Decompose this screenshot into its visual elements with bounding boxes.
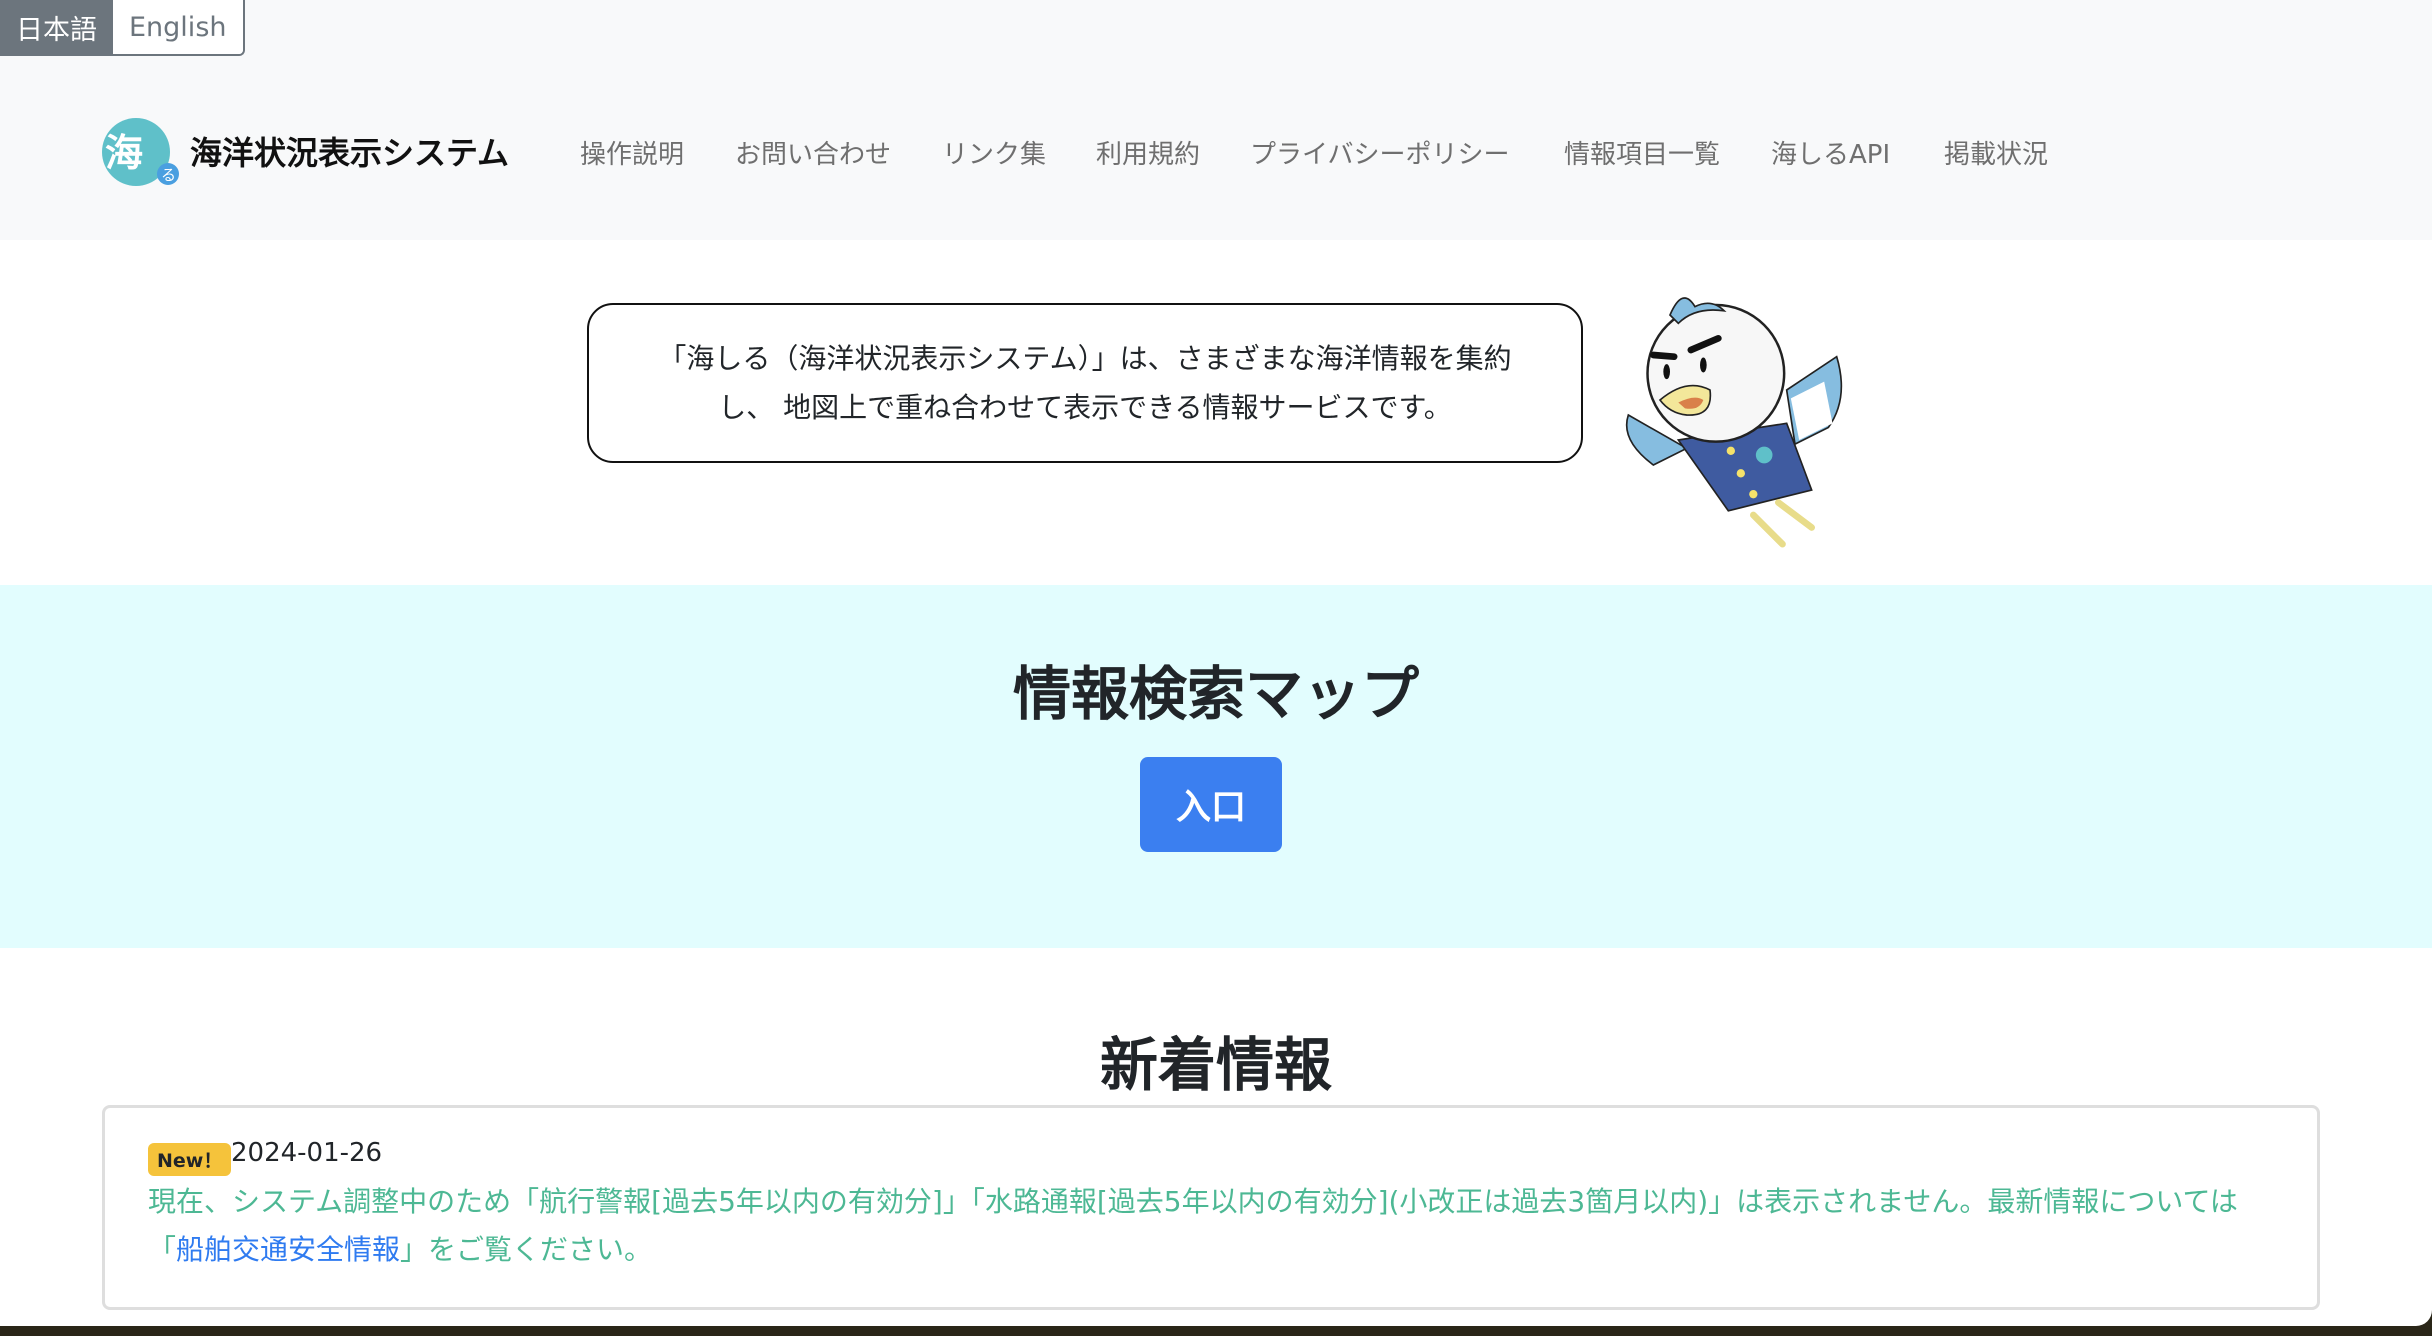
nav-terms[interactable]: 利用規約 xyxy=(1096,134,1200,171)
lang-english-button[interactable]: English xyxy=(113,0,243,54)
intro-line-1: 「海しる（海洋状況表示システム）」は、さまざまな海洋情報を集約 xyxy=(658,342,1512,375)
header: 日本語 English 海 る 海洋状況表示システム 操作説明 お問い合わせ リ… xyxy=(0,0,2432,240)
news-message: 現在、システム調整中のため「航行警報[過去5年以内の有効分]」「水路通報[過去5… xyxy=(148,1178,2287,1274)
ship-safety-info-link[interactable]: 船舶交通安全情報 xyxy=(176,1233,400,1266)
new-badge: New！ xyxy=(148,1143,232,1176)
nav-privacy[interactable]: プライバシーポリシー xyxy=(1250,134,1509,171)
news-text-after: 」をご覧ください。 xyxy=(400,1233,653,1266)
nav-status[interactable]: 掲載状況 xyxy=(1944,134,2048,171)
nav-info-list[interactable]: 情報項目一覧 xyxy=(1564,134,1720,171)
news-title: 新着情報 xyxy=(1099,1031,1332,1099)
svg-text:海: 海 xyxy=(105,131,143,175)
map-section-title: 情報検索マップ xyxy=(1012,660,1419,728)
umishiru-logo[interactable]: 海 る xyxy=(102,116,180,188)
svg-text:る: る xyxy=(161,166,176,184)
mascot-bird-illustration xyxy=(1625,297,1843,548)
language-switcher: 日本語 English xyxy=(0,0,245,56)
intro-speech-bubble: 「海しる（海洋状況表示システム）」は、さまざまな海洋情報を集約 し、 地図上で重… xyxy=(587,303,1583,463)
info-search-map-section: 情報検索マップ 入口 xyxy=(0,585,2432,948)
intro-line-2: し、 地図上で重ね合わせて表示できる情報サービスです。 xyxy=(718,391,1452,424)
nav-api[interactable]: 海しるAPI xyxy=(1771,134,1890,171)
page: 日本語 English 海 る 海洋状況表示システム 操作説明 お問い合わせ リ… xyxy=(0,0,2432,1326)
news-date: 2024-01-26 xyxy=(231,1138,383,1168)
nav-contact[interactable]: お問い合わせ xyxy=(735,134,891,171)
nav-links[interactable]: リンク集 xyxy=(942,134,1046,171)
nav-manual[interactable]: 操作説明 xyxy=(580,134,684,171)
map-enter-button[interactable]: 入口 xyxy=(1140,757,1282,852)
news-card: New！ 2024-01-26 現在、システム調整中のため「航行警報[過去5年以… xyxy=(102,1105,2320,1310)
site-title[interactable]: 海洋状況表示システム xyxy=(190,128,509,174)
lang-japanese-button[interactable]: 日本語 xyxy=(0,0,113,54)
